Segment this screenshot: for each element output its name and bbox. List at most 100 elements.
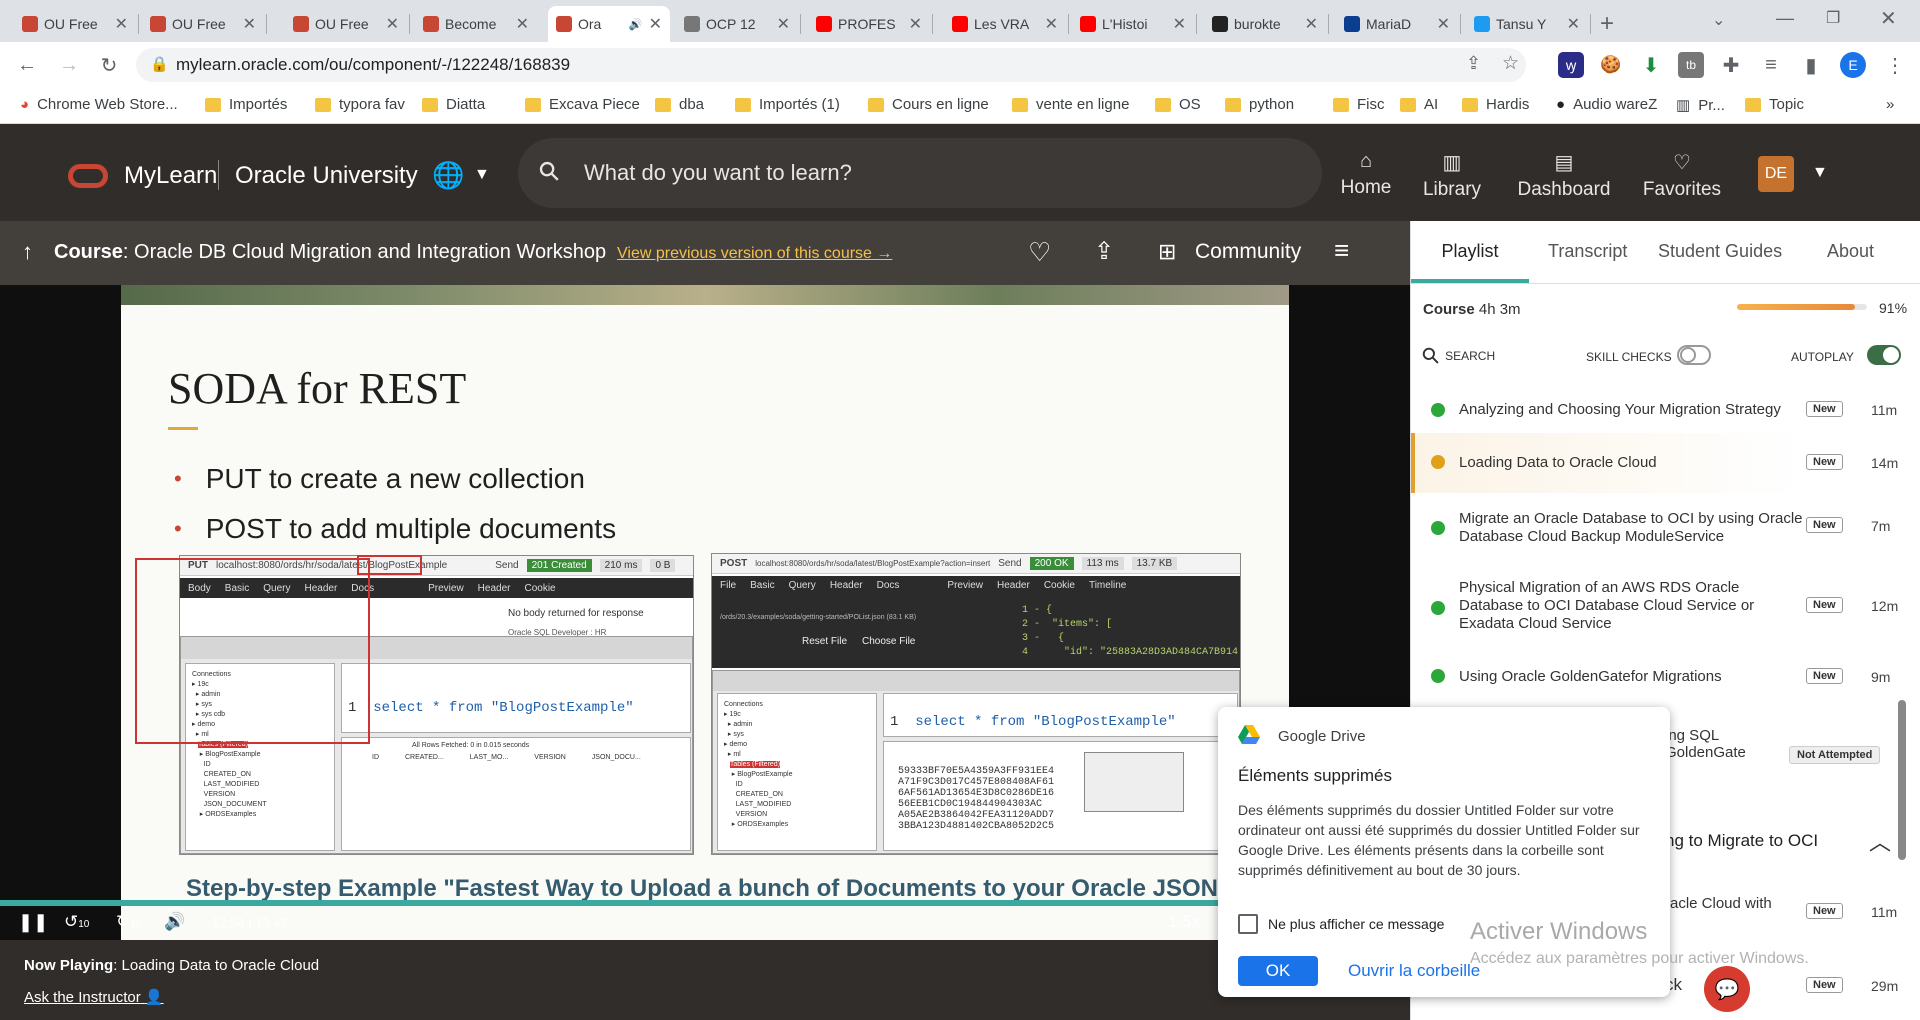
bookmark-item[interactable]: ● Audio wareZ bbox=[1556, 96, 1657, 113]
bookmark-item[interactable]: typora fav bbox=[315, 96, 405, 113]
lesson-item[interactable]: Physical Migration of an AWS RDS Oracle … bbox=[1411, 565, 1901, 649]
lesson-item[interactable]: Using Oracle GoldenGatefor Migrations Ne… bbox=[1411, 649, 1901, 699]
close-tab-icon[interactable]: ✕ bbox=[1437, 14, 1450, 34]
nav-home[interactable]: ⌂ Home bbox=[1336, 150, 1396, 199]
bookmark-star-icon[interactable]: ☆ bbox=[1502, 52, 1519, 75]
address-bar[interactable]: 🔒 mylearn.oracle.com/ou/component/-/1222… bbox=[136, 48, 1526, 82]
tab-student-guides[interactable]: Student Guides bbox=[1658, 241, 1782, 262]
oracle-logo-icon[interactable] bbox=[68, 164, 108, 188]
bookmark-item[interactable]: Topic bbox=[1745, 96, 1804, 113]
lesson-partial-title[interactable]: racle Cloud with bbox=[1665, 895, 1772, 912]
new-tab-button[interactable]: + bbox=[1592, 6, 1622, 42]
forward-arrow-icon[interactable]: → bbox=[56, 52, 82, 78]
tab-transcript[interactable]: Transcript bbox=[1548, 241, 1627, 262]
lesson-item[interactable]: Migrate an Oracle Database to OCI by usi… bbox=[1411, 493, 1901, 565]
media-queue-icon[interactable]: ≡ bbox=[1758, 52, 1784, 78]
close-tab-icon[interactable]: ✕ bbox=[1305, 14, 1318, 34]
browser-tab[interactable]: PROFES ✕ bbox=[808, 6, 930, 42]
extensions-puzzle-icon[interactable]: ✚ bbox=[1718, 52, 1744, 78]
close-tab-icon[interactable]: ✕ bbox=[386, 14, 399, 34]
close-tab-icon[interactable]: ✕ bbox=[777, 14, 790, 34]
forward-10-icon[interactable]: ↻10 bbox=[116, 912, 141, 932]
browser-tab[interactable]: OCP 12 ✕ bbox=[676, 6, 798, 42]
share-icon[interactable]: ⇪ bbox=[1466, 53, 1481, 74]
extension-tb-icon[interactable]: tb bbox=[1678, 52, 1704, 78]
close-tab-icon[interactable]: ✕ bbox=[1567, 14, 1580, 34]
rewind-10-icon[interactable]: ↺10 bbox=[64, 912, 89, 932]
tab-search-chevron-icon[interactable]: ⌄ bbox=[1712, 10, 1725, 30]
restore-button[interactable]: ❐ bbox=[1826, 8, 1840, 28]
tab-audio-icon[interactable]: 🔊 bbox=[629, 18, 643, 31]
bookmarks-overflow-button[interactable]: » bbox=[1886, 96, 1894, 113]
browser-tab[interactable]: Tansu Y ✕ bbox=[1466, 6, 1588, 42]
chat-support-icon[interactable]: 💬 bbox=[1704, 966, 1750, 1012]
browser-tab[interactable]: Become ✕ bbox=[415, 6, 537, 42]
close-window-button[interactable]: ✕ bbox=[1880, 6, 1897, 31]
globe-icon[interactable]: 🌐 bbox=[432, 160, 464, 191]
playback-speed[interactable]: 1.5x bbox=[1168, 912, 1200, 932]
bookmark-item[interactable]: ◕ Chrome Web Store... bbox=[20, 96, 178, 113]
community-icon[interactable]: ⊞ bbox=[1158, 239, 1176, 265]
community-link[interactable]: Community bbox=[1195, 240, 1301, 264]
browser-tab[interactable]: Ora 🔊 ✕ bbox=[548, 6, 670, 42]
lesson-item-active[interactable]: Loading Data to Oracle Cloud New 14m bbox=[1411, 433, 1901, 493]
previous-version-link[interactable]: View previous version of this course → bbox=[617, 245, 892, 263]
bookmark-item[interactable]: Diatta bbox=[422, 96, 485, 113]
tab-playlist[interactable]: Playlist bbox=[1411, 241, 1529, 262]
section-header[interactable]: ng to Migrate to OCI bbox=[1665, 831, 1818, 851]
bookmark-item[interactable]: Cours en ligne bbox=[868, 96, 989, 113]
close-tab-icon[interactable]: ✕ bbox=[909, 14, 922, 34]
back-arrow-icon[interactable]: ← bbox=[14, 52, 40, 78]
bookmark-item[interactable]: Importés bbox=[205, 96, 287, 113]
autoplay-toggle[interactable] bbox=[1867, 345, 1901, 365]
browser-tab[interactable]: MariaD ✕ bbox=[1336, 6, 1458, 42]
lesson-item[interactable]: Analyzing and Choosing Your Migration St… bbox=[1411, 389, 1901, 433]
playlist-toggle-icon[interactable]: ≡ bbox=[1334, 235, 1349, 266]
bookmark-item[interactable]: Excava Piece bbox=[525, 96, 640, 113]
browser-tab[interactable]: OU Free ✕ bbox=[14, 6, 136, 42]
nav-library[interactable]: ▥ Library bbox=[1420, 150, 1484, 201]
ok-button[interactable]: OK bbox=[1238, 956, 1318, 986]
bookmark-item[interactable]: AI bbox=[1400, 96, 1438, 113]
skill-checks-toggle[interactable] bbox=[1677, 345, 1711, 365]
close-tab-icon[interactable]: ✕ bbox=[115, 14, 128, 34]
open-trash-button[interactable]: Ouvrir la corbeille bbox=[1348, 961, 1480, 981]
bookmark-item[interactable]: dba bbox=[655, 96, 704, 113]
user-avatar[interactable]: DE bbox=[1758, 156, 1794, 192]
close-tab-icon[interactable]: ✕ bbox=[1045, 14, 1058, 34]
reload-icon[interactable]: ↻ bbox=[96, 52, 122, 78]
close-tab-icon[interactable]: ✕ bbox=[649, 14, 662, 34]
download-extension-icon[interactable]: ⬇ bbox=[1638, 52, 1664, 78]
close-tab-icon[interactable]: ✕ bbox=[516, 14, 529, 34]
language-chevron-icon[interactable]: ▼ bbox=[474, 166, 490, 184]
bookmark-item[interactable]: Importés (1) bbox=[735, 96, 840, 113]
pause-icon[interactable]: ❚❚ bbox=[18, 912, 48, 933]
browser-tab[interactable]: OU Free ✕ bbox=[142, 6, 264, 42]
lesson-partial-title[interactable]: ing SQL GoldenGate bbox=[1665, 727, 1746, 761]
nav-dashboard[interactable]: ▤ Dashboard bbox=[1514, 150, 1614, 201]
extension-w-icon[interactable]: ꝡ bbox=[1558, 52, 1584, 78]
minimize-button[interactable]: — bbox=[1776, 8, 1794, 29]
browser-tab[interactable]: OU Free ✕ bbox=[285, 6, 407, 42]
share-course-icon[interactable]: ⇪ bbox=[1094, 237, 1114, 266]
close-tab-icon[interactable]: ✕ bbox=[1173, 14, 1186, 34]
cookie-extension-icon[interactable]: 🍪 bbox=[1598, 52, 1624, 78]
tab-about[interactable]: About bbox=[1827, 241, 1874, 262]
profile-avatar[interactable]: E bbox=[1840, 52, 1866, 78]
nav-favorites[interactable]: ♡ Favorites bbox=[1640, 150, 1724, 201]
search-input[interactable]: ⚲ What do you want to learn? bbox=[518, 138, 1322, 208]
close-tab-icon[interactable]: ✕ bbox=[243, 14, 256, 34]
bookmark-item[interactable]: Hardis bbox=[1462, 96, 1529, 113]
browser-tab[interactable]: Les VRA ✕ bbox=[944, 6, 1066, 42]
volume-icon[interactable]: 🔊 bbox=[164, 912, 185, 932]
browser-tab[interactable]: burokte ✕ bbox=[1204, 6, 1326, 42]
playlist-scrollbar[interactable] bbox=[1898, 700, 1906, 860]
bookmark-item[interactable]: OS bbox=[1155, 96, 1201, 113]
ask-instructor-link[interactable]: Ask the Instructor 👤 bbox=[24, 988, 164, 1006]
side-panel-icon[interactable]: ▮ bbox=[1798, 52, 1824, 78]
kebab-menu-icon[interactable]: ⋮ bbox=[1882, 52, 1908, 78]
collapse-chevron-icon[interactable]: ︿ bbox=[1869, 825, 1891, 857]
video-player[interactable]: SODA for REST • PUT to create a new colle… bbox=[0, 285, 1410, 940]
bookmark-item[interactable]: python bbox=[1225, 96, 1294, 113]
brand-name[interactable]: MyLearn bbox=[124, 162, 217, 190]
